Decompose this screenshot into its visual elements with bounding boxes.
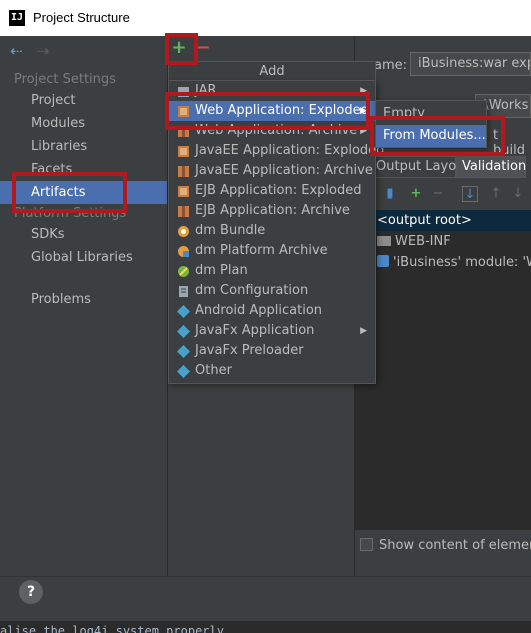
tree-row-module-output[interactable]: 'iBusiness' module: 'Web' (354, 252, 531, 273)
folder-icon (377, 236, 391, 246)
javafx-icon (177, 325, 190, 338)
menu-item-label: EJB Application: Exploded (195, 183, 362, 198)
add-artifact-menu: JAR ▶ Web Application: Exploded ▶ Web Ap… (168, 80, 384, 384)
menu-item-label: JavaFx Application (195, 323, 315, 338)
dm-bundle-icon (178, 226, 189, 237)
project-settings-heading: Project Settings (14, 72, 116, 87)
arrow-right-icon[interactable]: ⇢ (37, 42, 50, 60)
menu-item-label: Android Application (195, 303, 323, 318)
menu-item-label: JAR (195, 83, 217, 98)
ejb-exploded-icon (178, 186, 189, 197)
show-content-checkbox[interactable] (360, 538, 373, 551)
javafx-preloader-icon (177, 345, 190, 358)
menu-item-javaee-application-exploded[interactable]: JavaEE Application: Exploded (169, 141, 384, 161)
menu-item-label: dm Platform Archive (195, 243, 328, 258)
dm-platform-icon (178, 246, 189, 257)
show-content-label: Show content of elements (379, 538, 531, 553)
tab-validation[interactable]: Validation (456, 156, 526, 178)
menu-item-dm-plan[interactable]: dm Plan (169, 261, 375, 281)
menu-item-label: Web Application: Archive (195, 123, 358, 138)
output-layout-tree: <output root> WEB-INF 'iBusiness' module… (354, 210, 531, 530)
sidebar-item-sdks[interactable]: SDKs (0, 223, 167, 246)
tree-row-label: 'iBusiness' module: 'Web' (393, 255, 531, 270)
menu-item-dm-configuration[interactable]: dm Configuration (169, 281, 375, 301)
build-on-make-label[interactable]: t build (493, 128, 531, 158)
menu-item-ejb-application-archive[interactable]: EJB Application: Archive (169, 201, 375, 221)
menu-item-web-application-archive[interactable]: Web Application: Archive ▶ (169, 121, 375, 141)
title-bar: IJ Project Structure (0, 0, 531, 36)
help-button[interactable]: ? (19, 580, 43, 604)
menu-item-label: EJB Application: Archive (195, 203, 350, 218)
tree-row-web-inf[interactable]: WEB-INF (354, 231, 531, 252)
remove-artifact-button[interactable]: − (195, 38, 211, 58)
arrow-left-icon[interactable]: ⇠ (10, 42, 23, 60)
window-title: Project Structure (33, 10, 130, 25)
sidebar-item-global-libraries[interactable]: Global Libraries (0, 246, 167, 269)
dm-plan-icon (178, 266, 189, 277)
add-menu-header: Add (168, 61, 376, 81)
sidebar: ⇠ ⇢ Project Settings Project Modules Lib… (0, 36, 167, 621)
module-icon (377, 255, 389, 267)
sidebar-item-artifacts[interactable]: Artifacts (0, 181, 167, 204)
move-down-icon[interactable]: ↓ (510, 186, 526, 202)
menu-item-label: JavaFx Preloader (195, 343, 304, 358)
web-archive-icon (178, 126, 189, 137)
menu-item-javaee-application-archive[interactable]: JavaEE Application: Archive (169, 161, 375, 181)
submenu-arrow-icon: ▶ (360, 86, 367, 96)
menu-item-ejb-application-exploded[interactable]: EJB Application: Exploded (169, 181, 375, 201)
sidebar-item-modules[interactable]: Modules (0, 112, 167, 135)
javaee-exploded-icon (178, 146, 189, 157)
sidebar-item-problems[interactable]: Problems (0, 288, 167, 311)
menu-item-other[interactable]: Other (169, 361, 375, 381)
android-icon (177, 305, 190, 318)
web-exploded-icon (178, 106, 189, 117)
sidebar-item-project[interactable]: Project (0, 89, 167, 112)
javaee-archive-icon (178, 166, 189, 177)
platform-settings-heading: Platform Settings (14, 206, 127, 221)
menu-item-label: Other (195, 363, 232, 378)
menu-item-javafx-preloader[interactable]: JavaFx Preloader (169, 341, 375, 361)
menu-item-label: JavaEE Application: Archive (195, 163, 373, 178)
sort-elements-icon[interactable]: ↓ (462, 186, 478, 202)
other-icon (177, 365, 190, 378)
dialog-button-bar (0, 576, 531, 621)
menu-item-jar[interactable]: JAR ▶ (169, 81, 375, 101)
remove-element-icon[interactable]: − (430, 186, 446, 202)
jar-icon (178, 87, 189, 97)
web-exploded-submenu: Empty From Modules... (375, 100, 487, 148)
menu-item-javafx-application[interactable]: JavaFx Application ▶ (169, 321, 375, 341)
menu-item-dm-platform-archive[interactable]: dm Platform Archive (169, 241, 375, 261)
move-up-icon[interactable]: ↑ (488, 186, 504, 202)
add-artifact-button[interactable]: + (170, 38, 188, 58)
submenu-item-empty[interactable]: Empty (376, 103, 486, 125)
console-output: alise the log4j system properly. (0, 621, 531, 633)
tree-row-label: WEB-INF (395, 234, 451, 249)
sidebar-item-libraries[interactable]: Libraries (0, 135, 167, 158)
menu-item-web-application-exploded[interactable]: Web Application: Exploded ▶ (169, 101, 375, 121)
intellij-logo-icon: IJ (9, 10, 25, 26)
show-content-option[interactable]: Show content of elements (360, 538, 531, 553)
ejb-archive-icon (178, 206, 189, 217)
menu-item-label: Web Application: Exploded (195, 103, 369, 118)
menu-item-label: JavaEE Application: Exploded (195, 143, 385, 158)
menu-item-dm-bundle[interactable]: dm Bundle (169, 221, 375, 241)
sidebar-item-facets[interactable]: Facets (0, 158, 167, 181)
name-label: ame: (374, 58, 408, 73)
menu-item-label: dm Plan (195, 263, 248, 278)
submenu-item-from-modules[interactable]: From Modules... (376, 125, 486, 147)
add-element-icon[interactable]: + (408, 186, 424, 202)
nav-arrows: ⇠ ⇢ (10, 42, 59, 60)
menu-item-label: dm Bundle (195, 223, 266, 238)
submenu-arrow-icon: ▶ (360, 106, 367, 116)
submenu-arrow-icon: ▶ (360, 326, 367, 336)
submenu-arrow-icon: ▶ (360, 126, 367, 136)
create-directory-icon[interactable]: ▮ (382, 186, 398, 202)
dm-config-icon (179, 286, 188, 297)
menu-item-android-application[interactable]: Android Application (169, 301, 375, 321)
tree-row-output-root[interactable]: <output root> (354, 210, 531, 231)
menu-item-label: dm Configuration (195, 283, 309, 298)
artifact-name-field[interactable]: iBusiness:war exploded (410, 52, 531, 76)
